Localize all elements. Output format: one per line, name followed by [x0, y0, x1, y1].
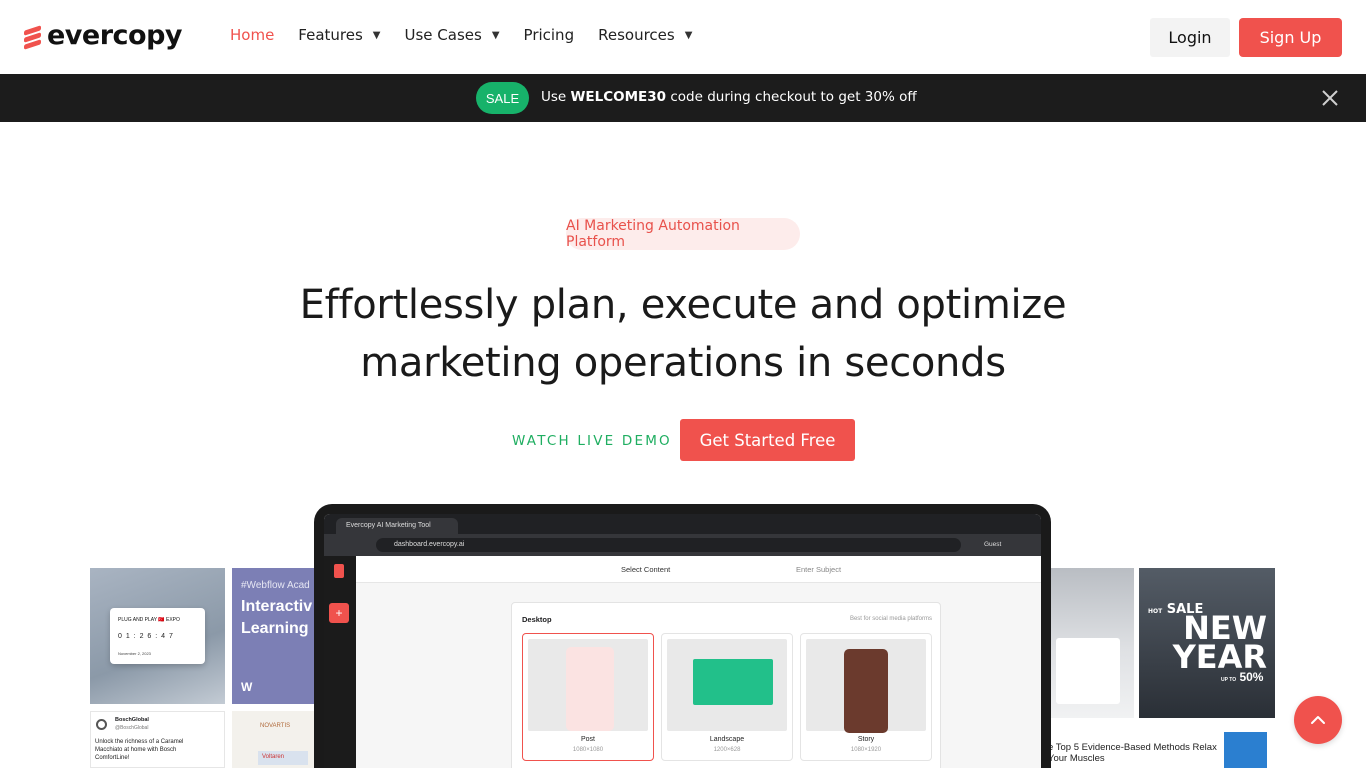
logo-mark-icon	[24, 25, 41, 50]
article-tile: e Top 5 Evidence-Based Methods Relax You…	[1046, 726, 1274, 768]
format-card-landscape: Landscape 1200×628	[661, 633, 793, 761]
browser-tab-bar: Evercopy AI Marketing Tool	[324, 514, 1041, 534]
browser-tab: Evercopy AI Marketing Tool	[336, 518, 458, 534]
post-preview	[566, 647, 614, 731]
card-size: 1200×628	[713, 747, 741, 753]
nav-item-label: Features	[298, 26, 363, 44]
panel-hint: Best for social media platforms	[849, 616, 932, 622]
expo-date: November 2, 2023	[118, 651, 151, 656]
nav-item-use-cases[interactable]: Use Cases ▼	[405, 26, 500, 44]
article-title: e Top 5 Evidence-Based Methods Relax You…	[1048, 742, 1217, 764]
caret-down-icon: ▼	[491, 29, 500, 41]
caret-down-icon: ▼	[372, 29, 381, 41]
browser-tab-title: Evercopy AI Marketing Tool	[346, 522, 431, 529]
nav-item-home[interactable]: Home	[230, 26, 274, 44]
step-select-content: Select Content	[621, 565, 671, 574]
story-thumbnail	[806, 639, 926, 733]
login-button[interactable]: Login	[1150, 18, 1230, 57]
event-tile	[1050, 568, 1134, 718]
novartis-logo: NOVARTIS	[260, 723, 291, 729]
story-preview	[844, 649, 888, 733]
countdown: 0 1 : 2 6 : 4 7	[118, 633, 174, 640]
app-logo-icon	[334, 564, 344, 578]
scroll-to-top-button[interactable]	[1294, 696, 1342, 744]
countdown-card: PLUG AND PLAY 🇹🇷 EXPO 0 1 : 2 6 : 4 7 No…	[110, 608, 205, 664]
promo-code: WELCOME30	[570, 89, 667, 105]
evercopy-logo[interactable]: evercopy	[24, 20, 183, 52]
event-card	[1056, 638, 1120, 704]
hero-tagline-pill: AI Marketing Automation Platform	[566, 218, 800, 250]
bosch-tweet-tile: BoschGlobal @BoschGlobal Unlock the rich…	[90, 711, 225, 768]
promo-message: Use WELCOME30 code during checkout to ge…	[541, 89, 917, 105]
app-steps-bar: Select Content Enter Subject	[356, 556, 1041, 583]
new-year-headline: NEW YEAR	[1172, 609, 1267, 676]
laptop-screen: Evercopy AI Marketing Tool dashboard.eve…	[324, 514, 1041, 768]
card-label: Post	[580, 736, 595, 743]
landscape-preview	[693, 659, 773, 705]
voltaren-pack: Voltaren	[258, 751, 308, 765]
tweet-handle: @BoschGlobal	[115, 725, 149, 731]
nav-item-pricing[interactable]: Pricing	[524, 26, 575, 44]
new-year-sale-tile: HOT SALE NEW YEAR UP TO 50%	[1139, 568, 1275, 718]
panel-title: Desktop	[522, 615, 552, 624]
nav-item-label: Home	[230, 26, 275, 44]
chevron-up-icon	[1311, 716, 1325, 724]
post-thumbnail	[528, 639, 648, 731]
up-to-label: UP TO	[1221, 677, 1237, 683]
app-main: Select Content Enter Subject Desktop Bes…	[356, 556, 1041, 768]
nav-item-label: Use Cases	[404, 26, 482, 44]
card-label: Story	[857, 736, 875, 743]
app-sidebar: +	[324, 556, 356, 768]
webflow-title: Interactiv Learning	[241, 598, 313, 637]
signup-button[interactable]: Sign Up	[1239, 18, 1342, 57]
discount-percent: 50%	[1239, 670, 1264, 684]
browser-url: dashboard.evercopy.ai	[376, 538, 961, 552]
format-card-story: Story 1080×1920	[800, 633, 932, 761]
expo-tile: PLUG AND PLAY 🇹🇷 EXPO 0 1 : 2 6 : 4 7 No…	[90, 568, 225, 704]
nav-item-features[interactable]: Features ▼	[298, 26, 380, 44]
sale-badge: SALE	[476, 82, 529, 114]
avatar	[96, 719, 107, 730]
card-label: Landscape	[709, 736, 745, 743]
nav-item-resources[interactable]: Resources ▼	[598, 26, 692, 44]
promo-text-before: Use	[541, 89, 571, 105]
hero-title-line-1: Effortlessly plan, execute and optimize	[299, 282, 1067, 328]
format-card-post: Post 1080×1080	[522, 633, 654, 761]
get-started-free-button[interactable]: Get Started Free	[680, 419, 855, 461]
webflow-tile: #Webflow Acad Interactiv Learning W	[232, 568, 314, 704]
close-icon[interactable]	[1318, 86, 1342, 110]
tweet-text: Unlock the richness of a Caramel Macchia…	[95, 739, 184, 761]
tweet-author: BoschGlobal	[115, 717, 149, 723]
hero-title-line-2: marketing operations in seconds	[360, 340, 1006, 386]
laptop-mockup: Evercopy AI Marketing Tool dashboard.eve…	[314, 504, 1051, 768]
top-navbar: evercopy Home Features ▼ Use Cases ▼ Pri…	[0, 0, 1366, 74]
main-menu: Home Features ▼ Use Cases ▼ Pricing Reso…	[230, 26, 716, 44]
format-panel: Desktop Best for social media platforms …	[511, 602, 941, 768]
step-enter-subject: Enter Subject	[796, 565, 842, 574]
promo-banner: SALE Use WELCOME30 code during checkout …	[0, 74, 1366, 122]
discount-label: UP TO 50%	[1221, 670, 1263, 684]
watch-live-demo-link[interactable]: WATCH LIVE DEMO	[512, 433, 672, 449]
webflow-logo-icon: W	[241, 680, 253, 694]
article-thumbnail	[1224, 732, 1267, 768]
expo-title: PLUG AND PLAY 🇹🇷 EXPO	[118, 617, 180, 623]
browser-profile: Guest	[984, 541, 1002, 548]
landscape-thumbnail	[667, 639, 787, 731]
hero-title: Effortlessly plan, execute and optimize …	[183, 276, 1183, 392]
nav-item-label: Resources	[598, 26, 675, 44]
logo-text: evercopy	[47, 20, 183, 51]
add-icon: +	[329, 603, 349, 623]
card-size: 1080×1080	[572, 747, 604, 753]
novartis-tile: NOVARTIS Voltaren	[232, 711, 314, 768]
browser-toolbar: dashboard.evercopy.ai Guest	[324, 534, 1041, 556]
caret-down-icon: ▼	[684, 29, 693, 41]
card-size: 1080×1920	[850, 747, 882, 753]
nav-item-label: Pricing	[523, 26, 575, 44]
promo-text-after: code during checkout to get 30% off	[666, 89, 917, 105]
webflow-tag: #Webflow Acad	[241, 580, 310, 591]
